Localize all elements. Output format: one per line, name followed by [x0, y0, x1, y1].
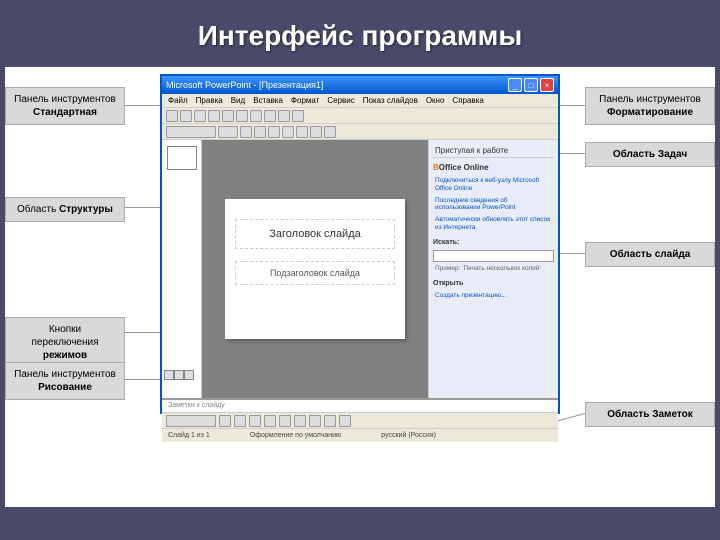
label-view-buttons: Кнопки переключениярежимов: [5, 317, 125, 368]
standard-toolbar: [162, 108, 558, 124]
search-label: Искать:: [433, 237, 554, 248]
open-section: Открыть: [433, 278, 554, 289]
label-outline-area: Область Структуры: [5, 197, 125, 222]
notes-pane[interactable]: Заметки к слайду: [162, 398, 558, 412]
normal-view-button[interactable]: [164, 370, 174, 380]
toolbar-icon[interactable]: [278, 110, 290, 122]
toolbar-icon[interactable]: [264, 110, 276, 122]
sorter-view-button[interactable]: [174, 370, 184, 380]
close-button[interactable]: ×: [540, 78, 554, 92]
drawing-toolbar: [162, 412, 558, 428]
underline-icon[interactable]: [268, 126, 280, 138]
label-format-toolbar: Панель инструментовФорматирование: [585, 87, 715, 125]
font-select[interactable]: [166, 126, 216, 138]
status-bar: Слайд 1 из 1 Оформление по умолчанию рус…: [162, 428, 558, 442]
toolbar-icon[interactable]: [208, 110, 220, 122]
task-link[interactable]: Автоматически обновлять этот список из И…: [433, 215, 554, 233]
search-example: Пример: 'Печать нескольких копий': [433, 264, 554, 274]
italic-icon[interactable]: [254, 126, 266, 138]
toolbar-icon[interactable]: [222, 110, 234, 122]
menu-item[interactable]: Справка: [452, 96, 483, 105]
minimize-button[interactable]: _: [508, 78, 522, 92]
menu-item[interactable]: Вставка: [253, 96, 283, 105]
toolbar-icon[interactable]: [296, 126, 308, 138]
toolbar-icon[interactable]: [324, 126, 336, 138]
title-bar: Microsoft PowerPoint - [Презентация1] _ …: [162, 76, 558, 94]
outline-pane[interactable]: [162, 140, 202, 398]
toolbar-icon[interactable]: [250, 110, 262, 122]
task-pane-header: Приступая к работе: [433, 144, 554, 158]
search-input[interactable]: [433, 250, 554, 262]
window-title: Microsoft PowerPoint - [Презентация1]: [166, 80, 323, 90]
menu-bar: Файл Правка Вид Вставка Формат Сервис По…: [162, 94, 558, 108]
format-toolbar: [162, 124, 558, 140]
line-icon[interactable]: [219, 415, 231, 427]
powerpoint-window: Microsoft PowerPoint - [Презентация1] _ …: [160, 74, 560, 414]
create-link[interactable]: Создать презентацию...: [433, 291, 554, 301]
slideshow-button[interactable]: [184, 370, 194, 380]
label-standard-toolbar: Панель инструментовСтандартная: [5, 87, 125, 125]
toolbar-icon[interactable]: [339, 415, 351, 427]
menu-item[interactable]: Вид: [231, 96, 245, 105]
toolbar-icon[interactable]: [166, 110, 178, 122]
size-select[interactable]: [218, 126, 238, 138]
label-task-pane: Область Задач: [585, 142, 715, 167]
menu-item[interactable]: Показ слайдов: [363, 96, 418, 105]
toolbar-icon[interactable]: [294, 415, 306, 427]
label-drawing-toolbar: Панель инструментовРисование: [5, 362, 125, 400]
autoshapes-button[interactable]: [166, 415, 216, 427]
task-link[interactable]: Подключиться к веб-узлу Microsoft Office…: [433, 176, 554, 194]
status-slide: Слайд 1 из 1: [168, 432, 210, 439]
menu-item[interactable]: Сервис: [327, 96, 354, 105]
toolbar-icon[interactable]: [292, 110, 304, 122]
toolbar-icon[interactable]: [310, 126, 322, 138]
toolbar-icon[interactable]: [180, 110, 192, 122]
menu-item[interactable]: Формат: [291, 96, 319, 105]
oval-icon[interactable]: [264, 415, 276, 427]
textbox-icon[interactable]: [279, 415, 291, 427]
status-lang: русский (Россия): [381, 432, 436, 439]
toolbar-icon[interactable]: [309, 415, 321, 427]
status-design: Оформление по умолчанию: [250, 432, 342, 439]
slide[interactable]: Заголовок слайда Подзаголовок слайда: [225, 199, 405, 339]
maximize-button[interactable]: □: [524, 78, 538, 92]
office-online-logo: BOffice Online: [433, 161, 554, 174]
window-body: Заголовок слайда Подзаголовок слайда При…: [162, 140, 558, 398]
task-link[interactable]: Последние сведения об использовании Powe…: [433, 196, 554, 214]
page-title: Интерфейс программы: [0, 0, 720, 67]
task-pane[interactable]: Приступая к работе BOffice Online Подклю…: [428, 140, 558, 398]
window-buttons: _ □ ×: [508, 78, 554, 92]
menu-item[interactable]: Файл: [168, 96, 188, 105]
slide-title-placeholder[interactable]: Заголовок слайда: [235, 219, 395, 249]
view-buttons: [164, 370, 194, 382]
bold-icon[interactable]: [240, 126, 252, 138]
slide-area[interactable]: Заголовок слайда Подзаголовок слайда: [202, 140, 428, 398]
label-notes-area: Область Заметок: [585, 402, 715, 427]
menu-item[interactable]: Окно: [426, 96, 445, 105]
toolbar-icon[interactable]: [324, 415, 336, 427]
toolbar-icon[interactable]: [282, 126, 294, 138]
label-slide-area: Область слайда: [585, 242, 715, 267]
menu-item[interactable]: Правка: [196, 96, 223, 105]
slide-thumbnail[interactable]: [167, 146, 197, 170]
arrow-icon[interactable]: [234, 415, 246, 427]
main-diagram: Панель инструментовСтандартная Область С…: [5, 67, 715, 507]
slide-subtitle-placeholder[interactable]: Подзаголовок слайда: [235, 261, 395, 285]
toolbar-icon[interactable]: [236, 110, 248, 122]
rectangle-icon[interactable]: [249, 415, 261, 427]
toolbar-icon[interactable]: [194, 110, 206, 122]
leader-line: [556, 413, 585, 422]
